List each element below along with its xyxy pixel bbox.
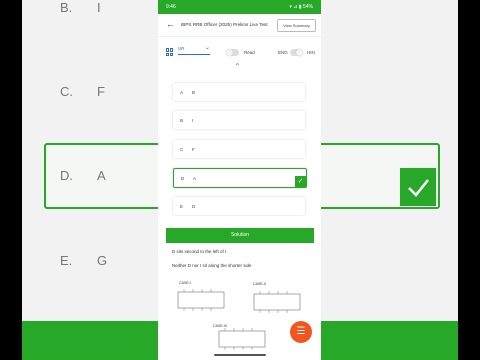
option-e[interactable]: E D — [173, 197, 305, 215]
option-c[interactable]: C F — [173, 140, 305, 158]
bg-row-c: C. F — [60, 84, 105, 99]
hin-label: HIN — [307, 50, 315, 55]
option-value: A — [193, 176, 197, 181]
gesture-bar — [214, 354, 266, 356]
read-toggle-label: Read — [244, 50, 255, 55]
case-2-table — [253, 293, 301, 311]
option-key: C — [180, 147, 184, 152]
chevron-up-icon[interactable]: ⌃ — [234, 62, 241, 71]
case-2-label: CASE-II — [253, 282, 266, 286]
status-time: 9:46 — [166, 4, 176, 10]
option-key: A — [180, 90, 184, 95]
chevron-down-icon: ⌄ — [204, 45, 210, 51]
phone-screen: 9:46 ▾ ⊿ ▮ 54% ← IBPS RRB Officer (2025)… — [158, 0, 321, 360]
solution-line-2: Neither D nor I sit along the shorter si… — [172, 263, 252, 268]
bg-row-value: I — [97, 0, 101, 15]
bg-check-icon — [400, 168, 436, 206]
bg-row-key: B. — [60, 0, 73, 15]
back-arrow-icon[interactable]: ← — [166, 19, 175, 29]
bg-row-b: B. I — [60, 0, 101, 15]
solution-button[interactable]: Solution — [166, 228, 314, 243]
view-summary-button[interactable]: View Summary — [277, 19, 316, 32]
option-a[interactable]: A B — [173, 83, 305, 101]
option-value: B — [192, 90, 196, 95]
bg-row-value: G — [97, 253, 108, 268]
solution-line-1: D sits second to the left of I. — [172, 249, 228, 254]
bg-row-e: E. G — [60, 253, 107, 268]
case-1-label: CASE-I — [179, 281, 191, 285]
language-select-value: UR — [178, 46, 185, 51]
language-toggle[interactable] — [290, 49, 303, 56]
app-header: ← IBPS RRB Officer (2025) Prelims Live T… — [158, 14, 321, 37]
bg-row-value: F — [97, 84, 105, 99]
check-icon: ✓ — [295, 176, 306, 187]
status-bar: 9:46 ▾ ⊿ ▮ 54% — [158, 0, 321, 14]
bg-row-key: C. — [60, 84, 73, 99]
seating-diagrams: CASE-I CASE-II CASE-III — [177, 281, 301, 350]
option-value: D — [192, 204, 196, 209]
language-select[interactable]: UR ⌄ — [178, 45, 210, 55]
read-toggle[interactable] — [226, 49, 239, 56]
bg-row-value: A — [97, 168, 106, 183]
question-toolbar: UR ⌄ Read ENG HIN — [158, 40, 321, 60]
case-3-label: CASE-III — [213, 324, 227, 328]
bg-row-d: D. A — [60, 168, 106, 183]
option-key: B — [180, 118, 184, 123]
bg-row-key: E. — [60, 253, 73, 268]
status-icons: ▾ ⊿ ▮ 54% — [289, 4, 313, 10]
page-title: IBPS RRB Officer (2025) Prelims Live Tes… — [181, 22, 268, 27]
option-d-selected[interactable]: D A ✓ — [173, 168, 307, 188]
option-key: D — [181, 176, 185, 181]
grid-icon[interactable] — [166, 48, 174, 56]
list-icon[interactable]: ☰ — [290, 321, 312, 343]
option-b[interactable]: B I — [173, 111, 305, 129]
option-key: E — [180, 204, 184, 209]
case-3-table — [218, 330, 266, 348]
option-value: F — [192, 147, 195, 152]
option-value: I — [192, 118, 194, 123]
case-1-table — [177, 291, 225, 309]
bg-row-key: D. — [60, 168, 73, 183]
eng-label: ENG — [278, 50, 288, 55]
